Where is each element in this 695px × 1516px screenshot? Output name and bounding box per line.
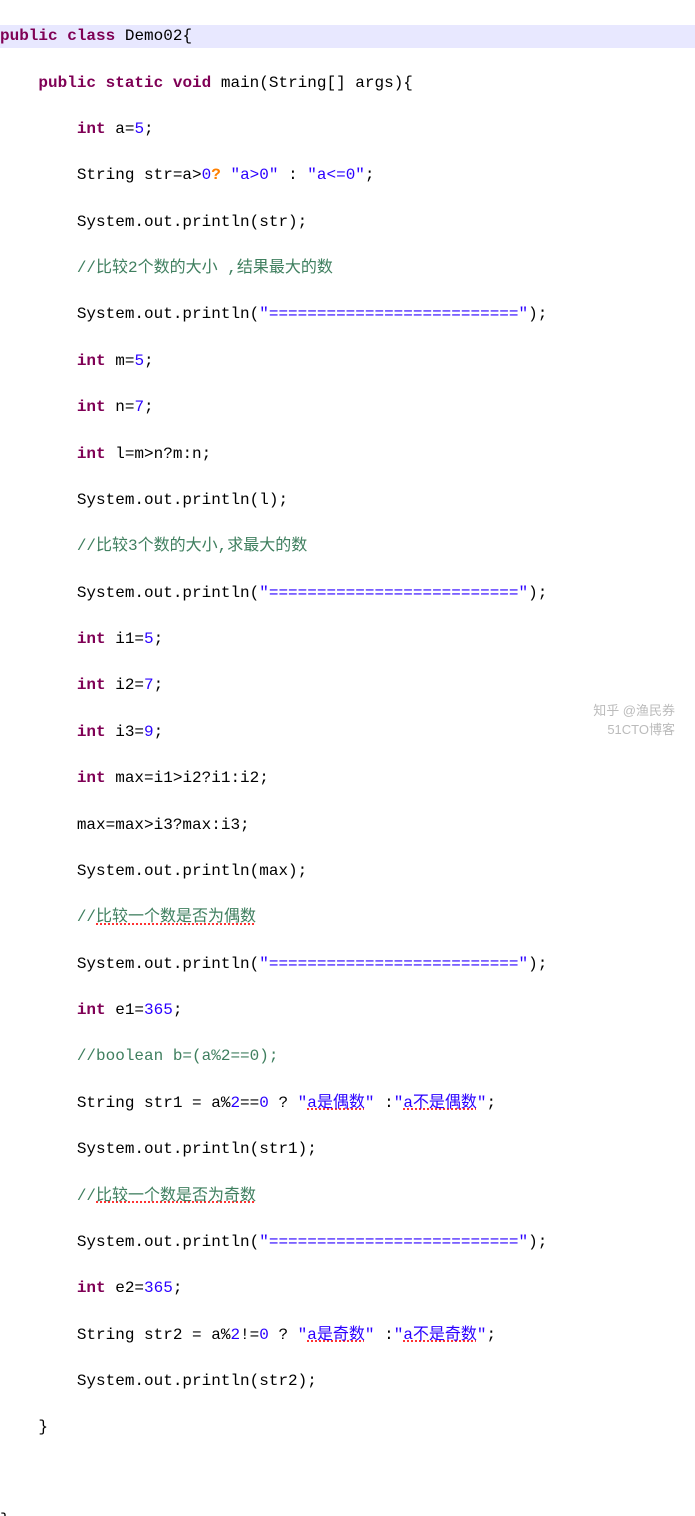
code-line: int i2=7; (0, 674, 695, 697)
code-line: //比较一个数是否为偶数 (0, 906, 695, 929)
code-line: int e2=365; (0, 1277, 695, 1300)
code-line: //比较3个数的大小,求最大的数 (0, 535, 695, 558)
code-line: System.out.println("====================… (0, 303, 695, 326)
code-line: max=max>i3?max:i3; (0, 814, 695, 837)
code-line: System.out.println(str2); (0, 1370, 695, 1393)
code-line: int i1=5; (0, 628, 695, 651)
code-line: public static void main(String[] args){ (0, 72, 695, 95)
code-line: } (0, 1509, 695, 1516)
code-line: int max=i1>i2?i1:i2; (0, 767, 695, 790)
code-line: System.out.println(str); (0, 211, 695, 234)
code-line: String str=a>0? "a>0" : "a<=0"; (0, 164, 695, 187)
code-line: String str2 = a%2!=0 ? "a是奇数" :"a不是奇数"; (0, 1324, 695, 1347)
code-line: public class Demo02{ (0, 25, 695, 48)
code-line: int m=5; (0, 350, 695, 373)
code-line: } (0, 1416, 695, 1439)
code-line: int e1=365; (0, 999, 695, 1022)
code-line: //比较一个数是否为奇数 (0, 1185, 695, 1208)
code-line: System.out.println("====================… (0, 582, 695, 605)
code-line: int l=m>n?m:n; (0, 443, 695, 466)
code-line: int a=5; (0, 118, 695, 141)
code-line: //比较2个数的大小 ,结果最大的数 (0, 257, 695, 280)
code-line: String str1 = a%2==0 ? "a是偶数" :"a不是偶数"; (0, 1092, 695, 1115)
code-line: //boolean b=(a%2==0); (0, 1045, 695, 1068)
code-line: System.out.println("====================… (0, 953, 695, 976)
code-line: int i3=9; (0, 721, 695, 744)
code-line: System.out.println("====================… (0, 1231, 695, 1254)
code-line: System.out.println(max); (0, 860, 695, 883)
code-line (0, 1463, 695, 1486)
code-block: public class Demo02{ public static void … (0, 0, 695, 1516)
watermark: 知乎 @渔民券 51CTO博客 (593, 702, 675, 740)
code-line: System.out.println(str1); (0, 1138, 695, 1161)
code-line: System.out.println(l); (0, 489, 695, 512)
code-line: int n=7; (0, 396, 695, 419)
